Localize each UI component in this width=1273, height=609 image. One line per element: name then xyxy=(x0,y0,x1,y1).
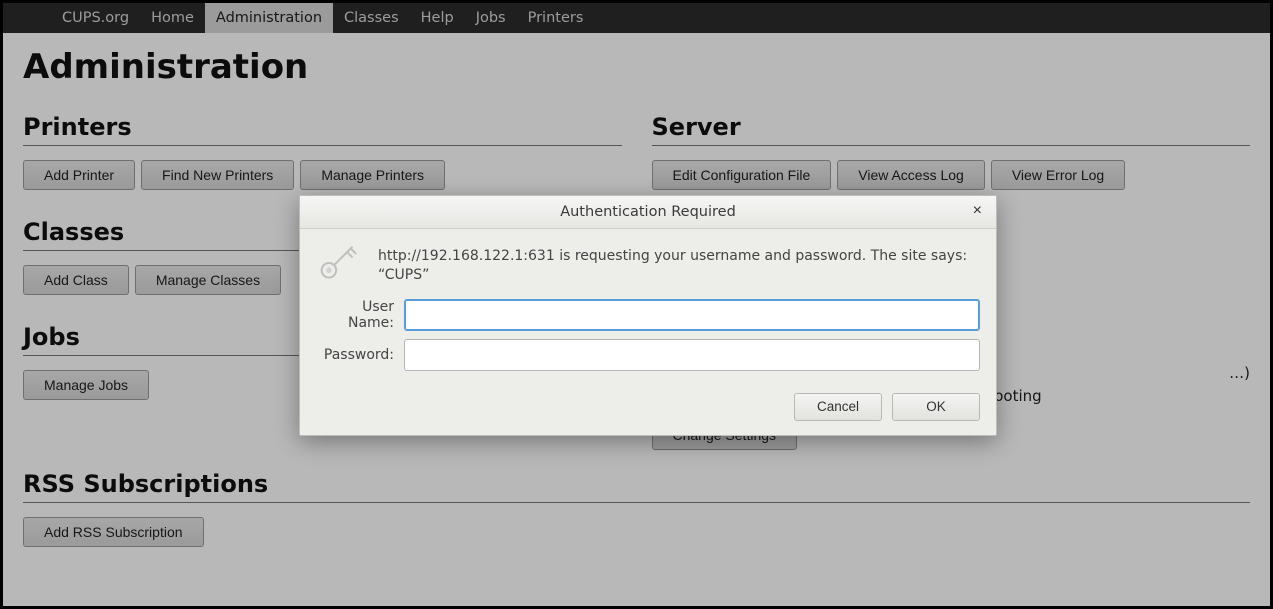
find-new-printers-button[interactable]: Find New Printers xyxy=(141,160,294,190)
key-icon xyxy=(316,243,360,283)
nav-help[interactable]: Help xyxy=(410,3,465,33)
nav-jobs[interactable]: Jobs xyxy=(465,3,517,33)
ok-button[interactable]: OK xyxy=(892,393,980,421)
password-label: Password: xyxy=(316,347,394,363)
username-label: User Name: xyxy=(316,299,394,331)
auth-dialog-title: Authentication Required × xyxy=(300,196,996,229)
rss-heading: RSS Subscriptions xyxy=(23,470,1250,498)
nav-cups-org[interactable]: CUPS.org xyxy=(51,3,140,33)
add-class-button[interactable]: Add Class xyxy=(23,265,129,295)
auth-dialog: Authentication Required × http://192.168… xyxy=(299,195,997,436)
page-title: Administration xyxy=(23,47,1250,87)
username-input[interactable] xyxy=(404,299,980,331)
view-error-log-button[interactable]: View Error Log xyxy=(991,160,1125,190)
view-access-log-button[interactable]: View Access Log xyxy=(837,160,985,190)
cancel-button[interactable]: Cancel xyxy=(794,393,882,421)
close-icon[interactable]: × xyxy=(969,202,986,220)
nav-classes[interactable]: Classes xyxy=(333,3,410,33)
printers-heading: Printers xyxy=(23,113,622,141)
nav-printers[interactable]: Printers xyxy=(517,3,595,33)
server-check-hidden-tail: …) xyxy=(1229,364,1250,382)
manage-classes-button[interactable]: Manage Classes xyxy=(135,265,281,295)
auth-dialog-title-text: Authentication Required xyxy=(560,204,736,220)
edit-config-file-button[interactable]: Edit Configuration File xyxy=(652,160,832,190)
auth-dialog-message: http://192.168.122.1:631 is requesting y… xyxy=(378,243,980,285)
add-printer-button[interactable]: Add Printer xyxy=(23,160,135,190)
manage-jobs-button[interactable]: Manage Jobs xyxy=(23,370,149,400)
nav-home[interactable]: Home xyxy=(140,3,205,33)
rss-section: RSS Subscriptions Add RSS Subscription xyxy=(23,470,1250,547)
add-rss-subscription-button[interactable]: Add RSS Subscription xyxy=(23,517,204,547)
server-heading: Server xyxy=(652,113,1251,141)
password-input[interactable] xyxy=(404,339,980,371)
manage-printers-button[interactable]: Manage Printers xyxy=(300,160,445,190)
top-nav: CUPS.org Home Administration Classes Hel… xyxy=(3,3,1270,33)
printers-section: Printers Add Printer Find New Printers M… xyxy=(23,113,622,190)
nav-administration[interactable]: Administration xyxy=(205,3,333,33)
